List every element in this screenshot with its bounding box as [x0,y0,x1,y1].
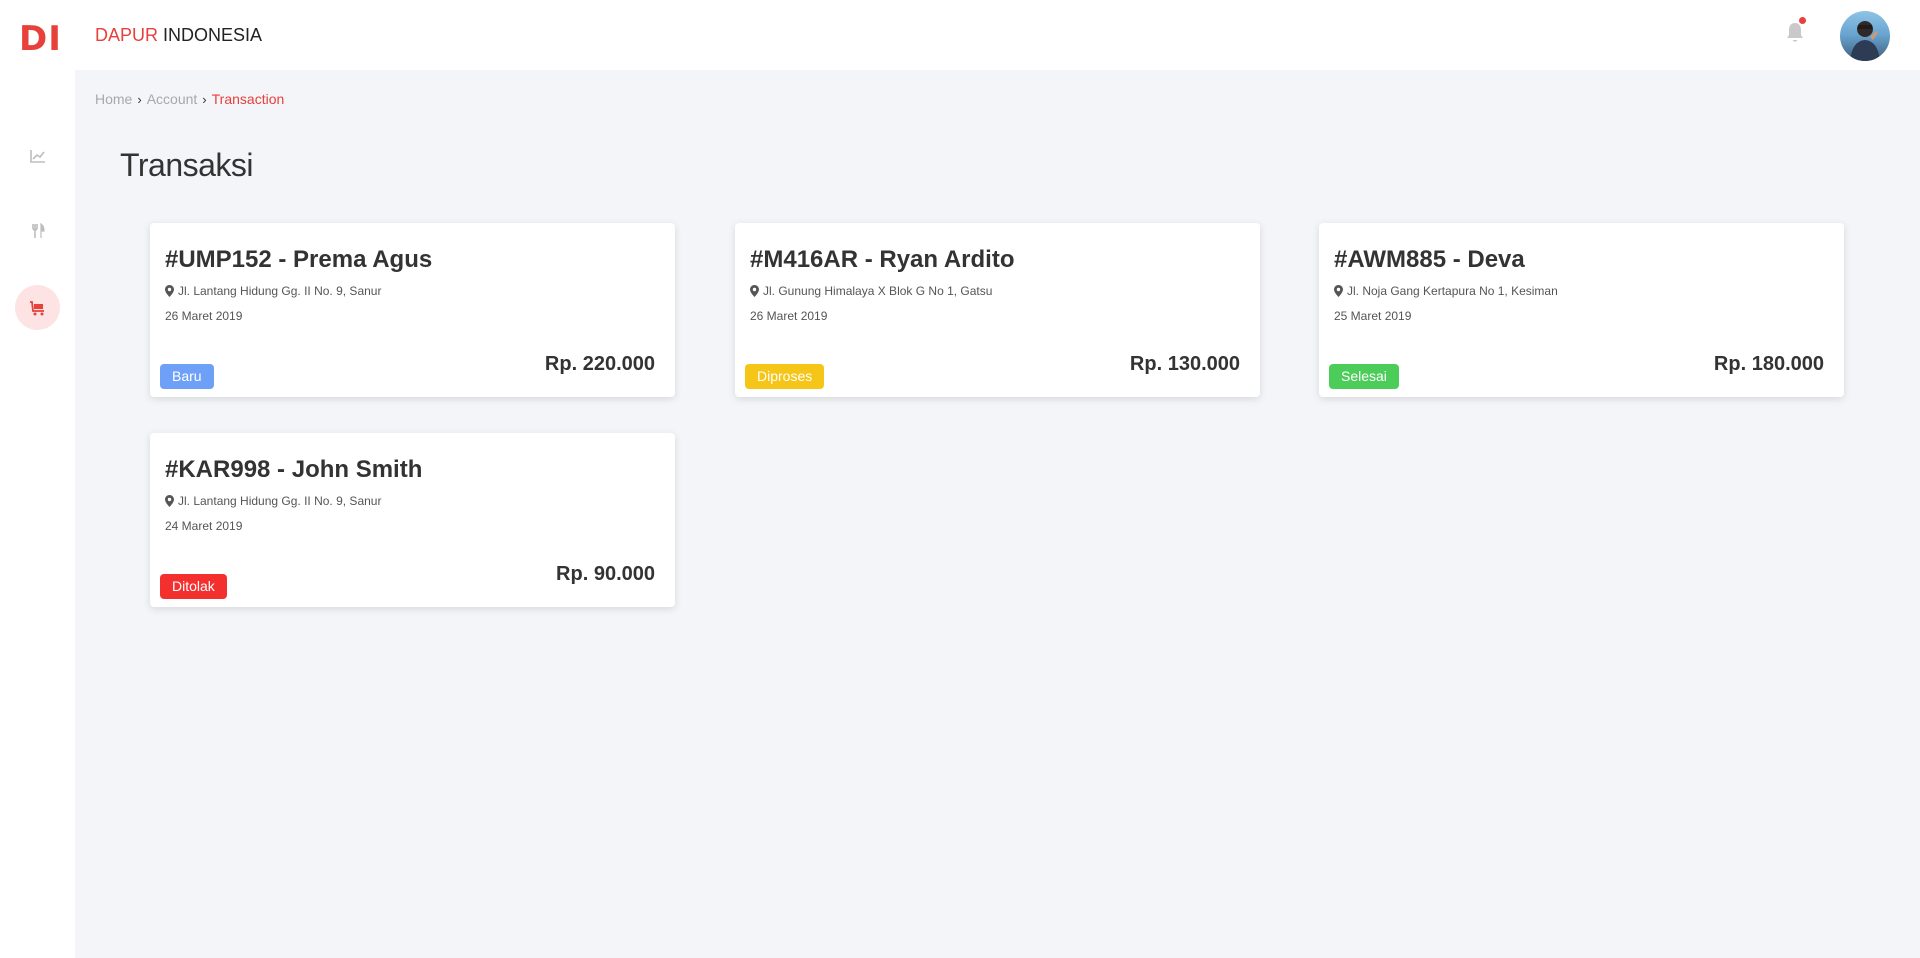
transaction-address: Jl. Gunung Himalaya X Blok G No 1, Gatsu [750,284,992,298]
map-marker-icon [750,285,759,297]
sidebar: DI [0,0,75,958]
brand-accent: DAPUR [95,25,159,45]
avatar-image [1850,21,1880,61]
transaction-card[interactable]: #KAR998 - John Smith Jl. Lantang Hidung … [150,433,675,607]
brand-name[interactable]: DAPUR INDONESIA [95,24,262,46]
transaction-price: Rp. 180.000 [1713,353,1824,375]
app-logo[interactable]: DI [19,20,62,58]
sidebar-item-transactions[interactable] [15,285,60,330]
chevron-right-icon: › [202,91,207,107]
transaction-price: Rp. 90.000 [556,563,655,585]
breadcrumb: Home › Account › Transaction [95,91,284,107]
sidebar-item-dashboard[interactable] [15,133,60,178]
brand-rest: INDONESIA [158,25,263,45]
cart-icon [29,300,44,315]
chevron-right-icon: › [137,91,142,107]
transaction-price: Rp. 220.000 [544,353,655,375]
transaction-date: 26 Maret 2019 [165,309,243,323]
transaction-address: Jl. Lantang Hidung Gg. II No. 9, Sanur [165,284,381,298]
transaction-card[interactable]: #AWM885 - Deva Jl. Noja Gang Kertapura N… [1319,223,1844,397]
sidebar-item-menu[interactable] [15,208,60,253]
map-marker-icon [165,285,174,297]
breadcrumb-home[interactable]: Home [95,91,132,107]
transaction-address: Jl. Lantang Hidung Gg. II No. 9, Sanur [165,494,381,508]
page-title: Transaksi [120,147,254,183]
transaction-title: #UMP152 - Prema Agus [165,246,433,273]
transaction-date: 24 Maret 2019 [165,519,243,533]
transaction-date: 25 Maret 2019 [1334,309,1412,323]
map-marker-icon [1334,285,1343,297]
status-badge: Ditolak [160,574,227,599]
utensils-icon [31,222,45,238]
address-text: Jl. Noja Gang Kertapura No 1, Kesiman [1347,284,1558,298]
status-badge: Diproses [745,364,825,389]
chart-line-icon [29,149,45,163]
transaction-title: #M416AR - Ryan Ardito [750,246,1015,273]
transaction-card[interactable]: #UMP152 - Prema Agus Jl. Lantang Hidung … [150,223,675,397]
bell-icon[interactable] [1784,21,1806,45]
address-text: Jl. Lantang Hidung Gg. II No. 9, Sanur [178,284,382,298]
breadcrumb-current: Transaction [211,91,285,107]
status-badge: Selesai [1329,364,1399,389]
transaction-price: Rp. 130.000 [1129,353,1240,375]
transaction-card[interactable]: #M416AR - Ryan Ardito Jl. Gunung Himalay… [735,223,1260,397]
transaction-title: #KAR998 - John Smith [165,456,423,483]
status-badge: Baru [160,364,214,389]
transaction-title: #AWM885 - Deva [1334,246,1525,273]
address-text: Jl. Lantang Hidung Gg. II No. 9, Sanur [178,494,382,508]
transaction-address: Jl. Noja Gang Kertapura No 1, Kesiman [1334,284,1558,298]
notification-dot [1799,17,1806,24]
address-text: Jl. Gunung Himalaya X Blok G No 1, Gatsu [763,284,993,298]
map-marker-icon [165,495,174,507]
top-header: DAPUR INDONESIA [75,0,1920,70]
breadcrumb-account[interactable]: Account [147,91,198,107]
transaction-date: 26 Maret 2019 [750,309,828,323]
avatar[interactable] [1840,11,1890,61]
